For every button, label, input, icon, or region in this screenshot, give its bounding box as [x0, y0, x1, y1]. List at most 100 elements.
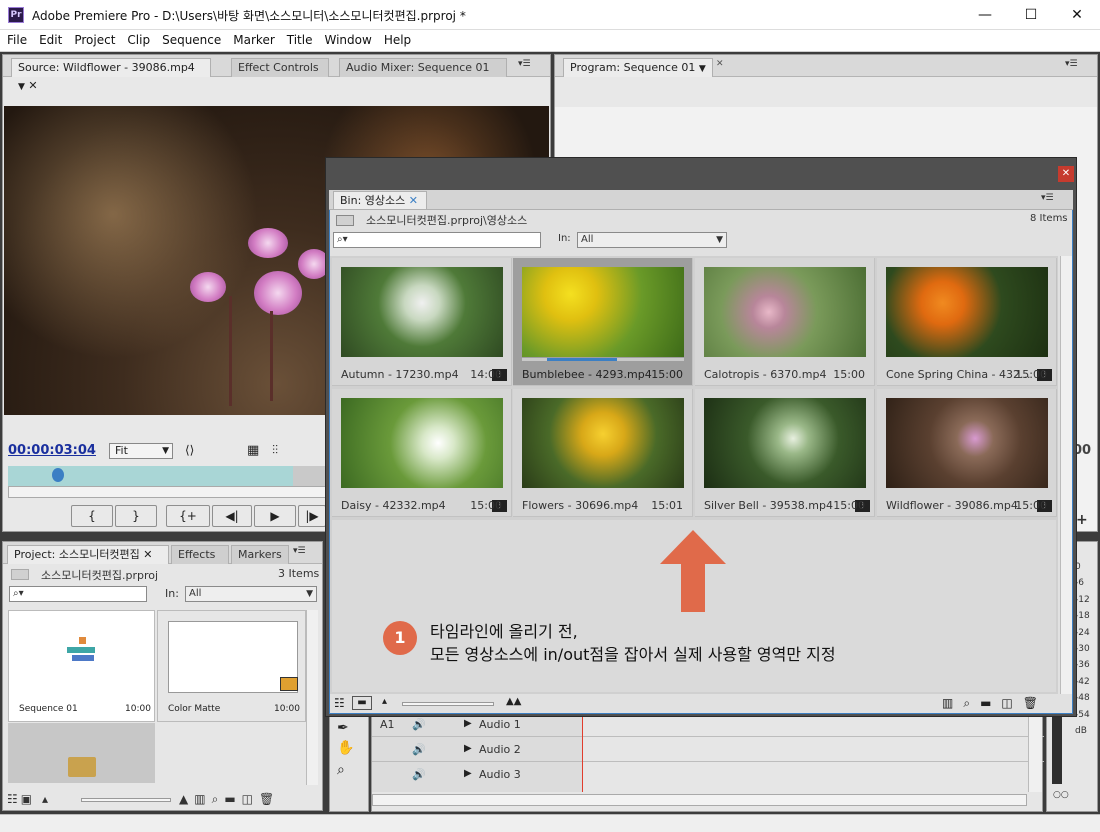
expand-icon[interactable]: ▶ [464, 768, 472, 779]
clip-thumbnail[interactable]: Calotropis - 6370.mp4 15:00 [695, 258, 875, 386]
automate-icon[interactable]: ▥ [194, 792, 211, 806]
speaker-icon[interactable]: 🔊 [412, 743, 426, 756]
playhead-marker[interactable] [52, 468, 64, 482]
menu-title[interactable]: Title [281, 30, 319, 51]
clip-thumbnail[interactable]: ⫶ Cone Spring China - 432... 15:00 [877, 258, 1057, 386]
menu-help[interactable]: Help [378, 30, 417, 51]
zoom-in-icon[interactable]: ▲ [179, 792, 194, 806]
panel-menu-icon[interactable]: ▾☰ [518, 59, 531, 69]
clip-duration: 15:00 [833, 499, 865, 512]
step-forward-button[interactable]: |▶ [298, 505, 326, 527]
bin-close-button[interactable]: ✕ [1058, 166, 1074, 182]
panel-menu-icon[interactable]: ▾☰ [1065, 59, 1078, 69]
thumbnail-size-slider[interactable] [81, 798, 171, 802]
icon-view-icon[interactable]: ▬ [352, 696, 372, 710]
folder-up-icon[interactable] [336, 215, 354, 226]
solo-buttons[interactable]: ○○ [1053, 790, 1069, 800]
tab-source[interactable]: Source: Wildflower - 39086.mp4 ▼ ✕ [11, 58, 211, 92]
maximize-button[interactable]: ☐ [1008, 0, 1054, 30]
timeline-zoom-scrollbar[interactable] [372, 794, 1027, 806]
expand-icon[interactable]: ▶ [464, 718, 472, 729]
bin-in-select[interactable]: All ▼ [577, 232, 727, 248]
project-in-select[interactable]: All ▼ [185, 586, 317, 602]
panel-menu-icon[interactable]: ▾☰ [293, 546, 306, 556]
speaker-icon[interactable]: 🔊 [412, 768, 426, 781]
new-bin-icon[interactable]: ▬ [224, 792, 241, 806]
bin-scrollbar[interactable] [1060, 256, 1072, 694]
flower-shape [254, 271, 302, 315]
flower-shape [248, 228, 288, 258]
minimize-button[interactable]: — [962, 0, 1008, 30]
menu-file[interactable]: File [0, 30, 33, 51]
search-icon[interactable]: ⌕ [963, 696, 980, 710]
close-icon[interactable]: ✕ [716, 59, 724, 69]
timeline-playhead[interactable] [582, 716, 583, 792]
project-item-color-matte[interactable]: Color Matte 10:00 [157, 610, 306, 722]
go-to-in-button[interactable]: {+ [166, 505, 210, 527]
zoom-out-icon[interactable]: ▴ [382, 696, 387, 707]
timeline-scrollbar[interactable] [1028, 716, 1042, 792]
expand-icon[interactable]: ▶ [464, 743, 472, 754]
folder-up-icon[interactable] [11, 569, 29, 580]
project-search-input[interactable]: ⌕▾ [9, 586, 147, 602]
pen-tool-icon[interactable]: ✒ [337, 720, 349, 736]
tab-program[interactable]: Program: Sequence 01 ▼ [563, 58, 713, 77]
flower-stem [229, 296, 232, 406]
clip-thumbnail[interactable]: ⫶ Daisy - 42332.mp4 15:00 [332, 389, 512, 517]
bin-search-input[interactable]: ⌕▾ [333, 232, 541, 248]
tab-markers[interactable]: Markers [231, 545, 289, 564]
trash-icon[interactable]: 🗑 [1023, 696, 1048, 710]
play-button[interactable]: ▶ [254, 505, 296, 527]
menu-window[interactable]: Window [318, 30, 377, 51]
tab-effects[interactable]: Effects [171, 545, 229, 564]
menu-clip[interactable]: Clip [121, 30, 156, 51]
automate-icon[interactable]: ▥ [942, 696, 963, 710]
speaker-icon[interactable]: 🔊 [412, 718, 426, 731]
step-back-button[interactable]: ◀| [212, 505, 252, 527]
film-icon[interactable]: ▦ [247, 443, 259, 458]
flower-shape [190, 272, 226, 302]
zoom-scrollbar[interactable] [8, 486, 326, 498]
bin-action-icons: ▥⌕▬◫🗑 [942, 696, 1048, 711]
menu-marker[interactable]: Marker [227, 30, 280, 51]
clip-thumbnail[interactable]: Flowers - 30696.mp4 15:01 [513, 389, 693, 517]
panel-menu-icon[interactable]: ▾☰ [1041, 193, 1054, 203]
menu-sequence[interactable]: Sequence [156, 30, 227, 51]
list-view-icon[interactable]: ☷ [7, 792, 21, 806]
dropdown-icon[interactable]: ⟨⟩ [185, 443, 194, 457]
source-time-ruler[interactable] [8, 466, 293, 486]
project-scrollbar[interactable] [306, 610, 318, 785]
clip-thumbnail[interactable]: ⫶ Wildflower - 39086.mp4 15:00 [877, 389, 1057, 517]
list-view-icon[interactable]: ☷ [334, 696, 345, 710]
project-item-sequence[interactable]: Sequence 01 10:00 [8, 610, 155, 722]
clip-thumbnail[interactable]: ⫶ Autumn - 17230.mp4 14:00 [332, 258, 512, 386]
tab-project[interactable]: Project: 소스모니터컷편집 ✕ [7, 545, 169, 564]
menu-project[interactable]: Project [68, 30, 121, 51]
clip-thumbnail[interactable]: Bumblebee - 4293.mp4 15:00 [513, 258, 693, 386]
add-icon[interactable]: + [1076, 512, 1088, 528]
tab-bin[interactable]: Bin: 영상소스 ✕ [333, 191, 427, 209]
new-bin-icon[interactable]: ▬ [980, 696, 1001, 710]
zoom-in-icon[interactable]: ▲▲ [506, 696, 521, 707]
zoom-out-icon[interactable]: ▴ [42, 792, 51, 806]
source-timecode[interactable]: 00:00:03:04 [8, 443, 96, 458]
menu-edit[interactable]: Edit [33, 30, 68, 51]
clip-name: Cone Spring China - 432... [886, 368, 1031, 381]
tab-effect-controls[interactable]: Effect Controls [231, 58, 329, 77]
new-item-icon[interactable]: ◫ [242, 792, 259, 806]
clip-thumbnail[interactable]: ⫶ Silver Bell - 39538.mp4 15:00 [695, 389, 875, 517]
thumbnail-size-slider[interactable] [402, 702, 494, 706]
zoom-select[interactable]: Fit ▼ [109, 443, 173, 459]
mark-out-button[interactable]: } [115, 505, 157, 527]
search-icon[interactable]: ⌕ [212, 792, 225, 806]
zoom-tool-icon[interactable]: ⌕ [337, 762, 345, 778]
audio-waveform-icon[interactable]: ⫶⫶ [272, 443, 278, 458]
mark-in-button[interactable]: { [71, 505, 113, 527]
tab-audio-mixer[interactable]: Audio Mixer: Sequence 01 [339, 58, 507, 77]
project-item-bin[interactable] [8, 723, 155, 783]
new-item-icon[interactable]: ◫ [1001, 696, 1022, 710]
trash-icon[interactable]: 🗑 [259, 792, 280, 806]
hand-tool-icon[interactable]: ✋ [337, 740, 354, 756]
close-button[interactable]: ✕ [1054, 0, 1100, 30]
icon-view-icon[interactable]: ▣ [21, 792, 35, 806]
